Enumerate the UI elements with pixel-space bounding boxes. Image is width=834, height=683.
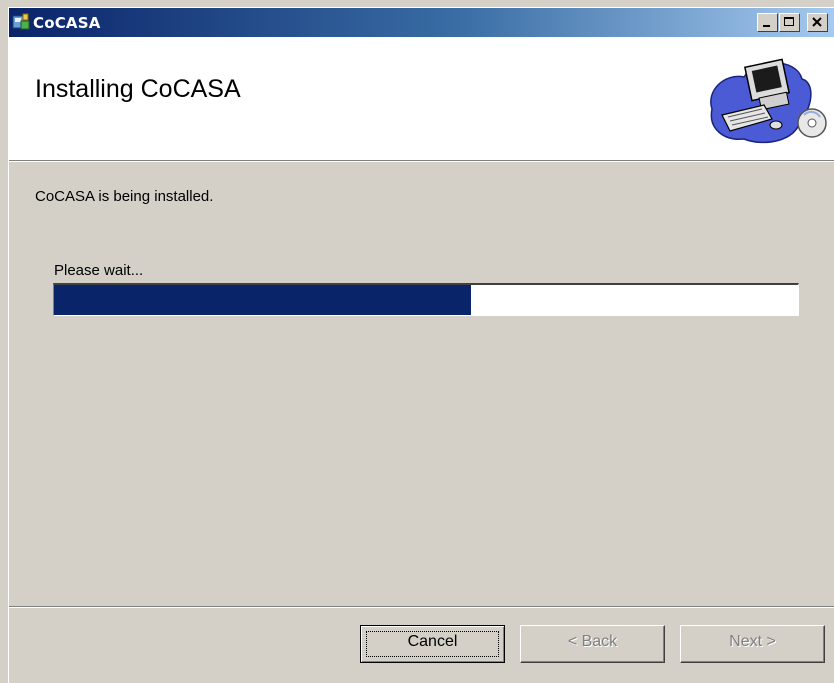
header-banner: Installing CoCASA (9, 37, 834, 160)
maximize-button[interactable] (779, 13, 800, 32)
wait-label: Please wait... (54, 262, 144, 279)
close-button[interactable] (807, 13, 828, 32)
close-icon (812, 17, 822, 27)
cancel-button[interactable]: Cancel (360, 625, 505, 663)
status-text: CoCASA is being installed. (35, 188, 214, 205)
progress-bar (53, 283, 799, 316)
back-button-label: < Back (567, 633, 618, 650)
computer-with-cd-icon (704, 51, 834, 149)
back-button[interactable]: < Back (520, 625, 665, 663)
installer-icon (12, 13, 30, 31)
next-button[interactable]: Next > (680, 625, 825, 663)
page-title: Installing CoCASA (35, 75, 241, 103)
window-title: CoCASA (33, 14, 101, 32)
banner-divider-highlight (9, 161, 834, 162)
installer-window: CoCASA Installing CoCASA CoCASA is being… (8, 7, 834, 683)
progress-bar-fill (54, 285, 471, 315)
cancel-button-label: Cancel (407, 633, 458, 650)
footer-divider-highlight (9, 607, 834, 608)
minimize-icon (763, 25, 770, 27)
next-button-label: Next > (729, 633, 776, 650)
title-bar[interactable]: CoCASA (9, 8, 834, 37)
minimize-button[interactable] (757, 13, 778, 32)
